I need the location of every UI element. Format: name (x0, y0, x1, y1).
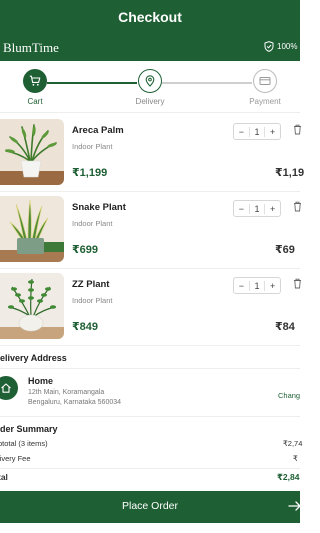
place-order-label: Place Order (121, 500, 179, 512)
home-icon (1, 383, 11, 393)
trash-icon[interactable] (293, 201, 302, 212)
address-line-1: 12th Main, Koramangala (28, 389, 105, 396)
divider (0, 416, 300, 417)
subtotal-label: btotal (3 items) (0, 439, 48, 448)
step-delivery[interactable]: Delivery (120, 69, 180, 106)
address-line-2: Bengaluru, Karnataka 560034 (28, 399, 122, 406)
item-category: Indoor Plant (72, 142, 113, 151)
item-price: ₹1,199 (72, 167, 108, 179)
card-icon (259, 77, 271, 85)
place-order-button[interactable]: Place Order (0, 491, 301, 523)
divider (0, 468, 300, 469)
product-image-snake-plant[interactable] (0, 196, 64, 262)
home-icon-badge (0, 376, 18, 400)
bottom-safe-area (0, 523, 300, 533)
cart-item: Snake Plant Indoor Plant − 1 + ₹699 ₹69 (0, 192, 302, 269)
change-address-link[interactable]: Chang (278, 391, 300, 400)
quantity-stepper: − 1 + (233, 200, 281, 217)
decrease-qty-button[interactable]: − (234, 203, 250, 214)
shield-check-icon (264, 41, 274, 52)
delivery-fee-label: livery Fee (0, 454, 31, 463)
cart-icon (29, 75, 41, 86)
step-cart[interactable]: Cart (5, 69, 65, 106)
decrease-qty-button[interactable]: − (234, 280, 250, 291)
arrow-right-icon (288, 501, 301, 511)
item-total: ₹1,19 (275, 167, 305, 179)
delivery-fee-row: livery Fee ₹ (0, 454, 300, 468)
increase-qty-button[interactable]: + (264, 126, 280, 137)
order-summary-title: der Summary (0, 424, 58, 434)
item-category: Indoor Plant (72, 296, 113, 305)
step-label: Cart (27, 97, 43, 106)
secure-badge: 100% Se (264, 41, 309, 52)
trash-icon[interactable] (293, 278, 302, 289)
item-price: ₹699 (72, 244, 99, 256)
location-pin-icon (145, 75, 155, 87)
delivery-address-card[interactable]: Home 12th Main, Koramangala Bengaluru, K… (0, 371, 300, 415)
product-image-areca-palm[interactable] (0, 119, 64, 185)
address-label: Home (28, 376, 54, 386)
item-total: ₹69 (275, 244, 295, 256)
checkout-stepper: Cart Delivery Payment (0, 61, 300, 113)
qty-value: 1 (254, 203, 260, 214)
brand-bar: BlumTime 100% Se (0, 36, 309, 61)
item-category: Indoor Plant (72, 219, 113, 228)
item-name: Snake Plant (72, 202, 126, 213)
qty-value: 1 (254, 280, 260, 291)
qty-value: 1 (254, 126, 260, 137)
item-name: ZZ Plant (72, 279, 110, 290)
step-payment[interactable]: Payment (235, 69, 295, 106)
app-header: Checkout (0, 0, 300, 36)
divider (0, 368, 300, 369)
quantity-stepper: − 1 + (233, 123, 281, 140)
item-total: ₹84 (275, 321, 295, 333)
decrease-qty-button[interactable]: − (234, 126, 250, 137)
product-image-zz-plant[interactable] (0, 273, 64, 339)
delivery-fee-value: ₹ (293, 454, 298, 463)
delivery-address-title: elivery Address (0, 353, 67, 363)
item-price: ₹849 (72, 321, 99, 333)
trash-icon[interactable] (293, 124, 302, 135)
step-label: Delivery (135, 97, 165, 106)
subtotal-row: btotal (3 items) ₹2,74 (0, 439, 303, 453)
item-name: Areca Palm (72, 125, 124, 136)
subtotal-value: ₹2,74 (283, 439, 303, 448)
total-value: ₹2,84 (277, 472, 300, 482)
quantity-stepper: − 1 + (233, 277, 281, 294)
increase-qty-button[interactable]: + (264, 280, 280, 291)
cart-item: Areca Palm Indoor Plant − 1 + ₹1,199 ₹1,… (0, 115, 304, 192)
total-row: tal ₹2,84 (0, 472, 300, 486)
secure-label: 100% Se (277, 42, 310, 51)
brand-logo: BlumTime (3, 40, 59, 55)
cart-item: ZZ Plant Indoor Plant − 1 + ₹849 ₹84 (0, 269, 302, 346)
step-label: Payment (249, 97, 281, 106)
increase-qty-button[interactable]: + (264, 203, 280, 214)
total-label: tal (0, 472, 8, 482)
page-title: Checkout (118, 9, 182, 25)
